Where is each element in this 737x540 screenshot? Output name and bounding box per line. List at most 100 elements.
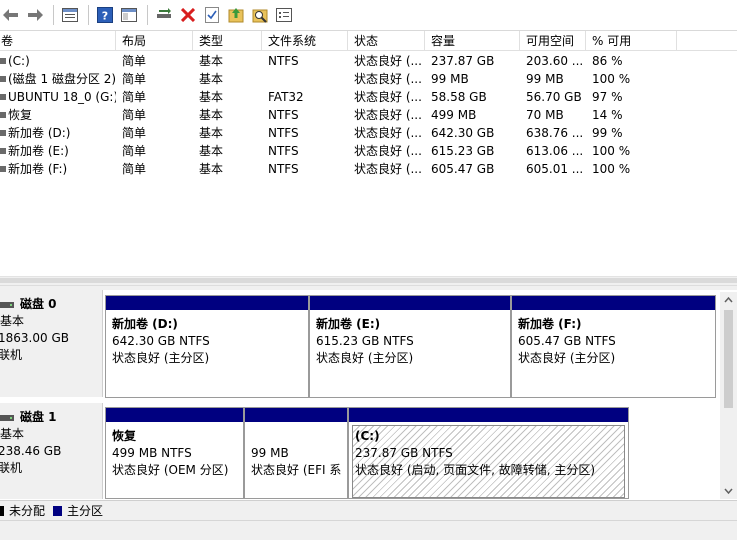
cell-text: 状态良好 (...: [354, 126, 422, 140]
disk-icon: [0, 301, 14, 308]
volume-icon: [0, 148, 6, 154]
partition-e[interactable]: 新加卷 (E:) 615.23 GB NTFS 状态良好 (主分区): [309, 295, 511, 398]
cell-text: 基本: [199, 108, 224, 122]
table-cell-cap: 605.47 GB: [425, 160, 520, 178]
column-header-layout[interactable]: 布局: [116, 31, 193, 51]
unallocated-swatch: [0, 505, 4, 516]
cell-text: 简单: [122, 162, 147, 176]
partition-size: 237.87 GB NTFS: [355, 446, 453, 460]
table-cell-vol: (C:): [0, 52, 116, 70]
table-row[interactable]: (C:) 简单 基本 NTFS 状态良好 (... 237.87 GB 203.60 ...…: [0, 52, 737, 70]
cell-text: NTFS: [268, 144, 299, 158]
partition-status: 状态良好 (启动, 页面文件, 故障转储, 主分区): [355, 463, 596, 477]
cell-text: (C:): [8, 54, 30, 68]
table-cell-fs: NTFS: [262, 52, 348, 70]
legend: 未分配 主分区: [0, 500, 737, 520]
scroll-up-icon[interactable]: [720, 294, 737, 306]
partition-d[interactable]: 新加卷 (D:) 642.30 GB NTFS 状态良好 (主分区): [105, 295, 309, 398]
primary-partition-bar: [106, 296, 308, 310]
help-icon[interactable]: ?: [94, 4, 116, 26]
column-header-percent-free[interactable]: % 可用: [586, 31, 677, 51]
properties-icon[interactable]: [273, 4, 295, 26]
column-header-capacity[interactable]: 容量: [425, 31, 520, 51]
column-header-type[interactable]: 类型: [193, 31, 262, 51]
partition-size: 642.30 GB NTFS: [112, 334, 210, 348]
partition-name: (C:): [355, 429, 380, 443]
horizontal-scrollbar[interactable]: [0, 276, 737, 285]
primary-swatch: [53, 505, 63, 516]
table-row[interactable]: 新加卷 (D:) 简单 基本 NTFS 状态良好 (... 642.30 GB 638.76…: [0, 124, 737, 142]
cell-text: 605.01 ...: [526, 162, 584, 176]
table-cell-type: 基本: [193, 124, 262, 142]
disk-size: 238.46 GB: [0, 444, 62, 458]
table-cell-layout: 简单: [116, 106, 193, 124]
volume-list: 卷 布局 类型 文件系统 状态 容量 可用空间 % 可用 (C:) 简单 基本 NTF…: [0, 31, 737, 284]
cell-text: 100 %: [592, 162, 631, 176]
table-row[interactable]: (磁盘 1 磁盘分区 2) 简单 基本 状态良好 (... 99 MB 99 MB 100 …: [0, 70, 737, 88]
search-icon[interactable]: [249, 4, 271, 26]
partition-size: 615.23 GB NTFS: [316, 334, 414, 348]
table-row[interactable]: UBUNTU 18_0 (G:) 简单 基本 FAT32 状态良好 (... 58.58 …: [0, 88, 737, 106]
partition-status: 状态良好 (主分区): [112, 351, 210, 365]
cell-text: 100 %: [592, 144, 631, 158]
table-cell-free: 99 MB: [520, 70, 586, 88]
refresh-icon[interactable]: [225, 4, 247, 26]
primary-partition-bar: [245, 408, 347, 422]
volume-icon: [0, 94, 6, 100]
scrollbar-thumb[interactable]: [0, 278, 737, 283]
forward-icon[interactable]: [24, 4, 46, 26]
primary-partition-bar: [310, 296, 510, 310]
column-header-status[interactable]: 状态: [348, 31, 425, 51]
column-header-volume[interactable]: 卷: [0, 31, 116, 51]
column-header-free-space[interactable]: 可用空间: [520, 31, 586, 51]
table-row[interactable]: 恢复 简单 基本 NTFS 状态良好 (... 499 MB 70 MB 14 %: [0, 106, 737, 124]
column-header-filesystem[interactable]: 文件系统: [262, 31, 348, 51]
cell-text: 简单: [122, 108, 147, 122]
table-cell-free: 605.01 ...: [520, 160, 586, 178]
table-row[interactable]: 新加卷 (F:) 简单 基本 NTFS 状态良好 (... 605.47 GB 605.01…: [0, 160, 737, 178]
cell-text: 613.06 ...: [526, 144, 584, 158]
table-cell-status: 状态良好 (...: [348, 142, 425, 160]
partition-size: 99 MB: [251, 446, 289, 460]
check-icon[interactable]: [201, 4, 223, 26]
view-icon[interactable]: [59, 4, 81, 26]
scroll-down-icon[interactable]: [720, 485, 737, 497]
table-cell-cap: 499 MB: [425, 106, 520, 124]
disk-state: 联机: [0, 348, 23, 362]
partition-recovery[interactable]: 恢复 499 MB NTFS 状态良好 (OEM 分区): [105, 407, 244, 499]
svg-text:?: ?: [102, 10, 108, 23]
cell-text: 14 %: [592, 108, 623, 122]
toolbar-separator: [88, 5, 89, 25]
table-cell-vol: 新加卷 (D:): [0, 124, 116, 142]
delete-icon[interactable]: [177, 4, 199, 26]
back-icon[interactable]: [0, 4, 22, 26]
partition-status: 状态良好 (主分区): [518, 351, 616, 365]
partition-efi[interactable]: 99 MB 状态良好 (EFI 系: [244, 407, 348, 499]
cell-text: UBUNTU 18_0 (G:): [8, 90, 116, 104]
table-cell-free: 638.76 ...: [520, 124, 586, 142]
table-cell-layout: 简单: [116, 88, 193, 106]
partition-f[interactable]: 新加卷 (F:) 605.47 GB NTFS 状态良好 (主分区): [511, 295, 716, 398]
scrollbar-thumb[interactable]: [724, 310, 733, 408]
table-cell-fs: NTFS: [262, 124, 348, 142]
table-cell-cap: 99 MB: [425, 70, 520, 88]
table-row[interactable]: 新加卷 (E:) 简单 基本 NTFS 状态良好 (... 615.23 GB 613.06…: [0, 142, 737, 160]
table-cell-pct: 99 %: [586, 124, 677, 142]
cell-text: NTFS: [268, 126, 299, 140]
disk-1-label[interactable]: 磁盘 1 基本 238.46 GB 联机: [0, 403, 103, 499]
cell-text: 499 MB: [431, 108, 477, 122]
cell-text: 237.87 GB: [431, 54, 495, 68]
partition-status: 状态良好 (OEM 分区): [112, 463, 229, 477]
partition-c[interactable]: (C:) 237.87 GB NTFS 状态良好 (启动, 页面文件, 故障转储…: [348, 407, 629, 499]
cell-text: NTFS: [268, 162, 299, 176]
connect-icon[interactable]: [153, 4, 175, 26]
cell-text: 99 MB: [526, 72, 564, 86]
table-cell-layout: 简单: [116, 160, 193, 178]
panel-icon[interactable]: [118, 4, 140, 26]
table-cell-free: 70 MB: [520, 106, 586, 124]
table-cell-fs: NTFS: [262, 142, 348, 160]
vertical-scrollbar[interactable]: [720, 292, 737, 499]
table-cell-pct: 100 %: [586, 70, 677, 88]
table-cell-free: 203.60 ...: [520, 52, 586, 70]
disk-0-label[interactable]: 磁盘 0 基本 1863.00 GB 联机: [0, 290, 103, 397]
